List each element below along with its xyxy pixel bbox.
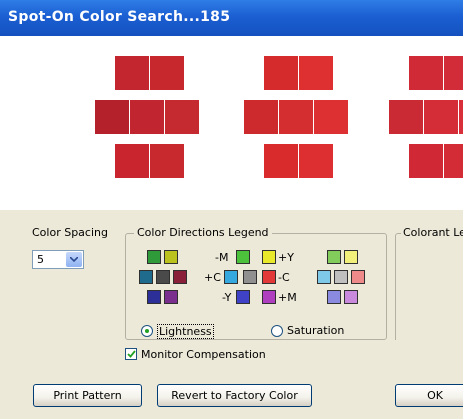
legend-chip-g3-mid-3 xyxy=(351,270,365,284)
legend-chip-g2-mid-2 xyxy=(243,270,257,284)
legend-chip-g2-bot-1 xyxy=(236,290,250,304)
colorant-label: Colorant Le xyxy=(401,226,463,239)
color-swatch[interactable] xyxy=(444,144,463,178)
ok-button[interactable]: OK xyxy=(395,384,463,407)
legend-label-minus-m: -M xyxy=(215,251,229,264)
color-spacing-value: 5 xyxy=(37,253,44,266)
spot-on-color-search-window: Spot-On Color Search...185 Color Spacing… xyxy=(0,0,463,419)
chevron-down-icon[interactable] xyxy=(66,252,82,267)
revert-to-factory-color-button[interactable]: Revert to Factory Color xyxy=(157,384,312,407)
lightness-label[interactable]: Lightness xyxy=(157,324,214,339)
color-swatch[interactable] xyxy=(95,100,129,134)
color-swatch[interactable] xyxy=(459,100,463,134)
legend-chip-g3-top-1 xyxy=(327,250,341,264)
color-swatch[interactable] xyxy=(279,100,313,134)
legend-chip-g2-mid-1 xyxy=(224,270,238,284)
legend-chip-g3-mid-1 xyxy=(317,270,331,284)
color-swatch[interactable] xyxy=(444,56,463,90)
color-swatch[interactable] xyxy=(115,144,149,178)
color-swatch[interactable] xyxy=(314,100,348,134)
legend-chip-g1-bot-1 xyxy=(147,290,161,304)
legend-chip-g1-mid-2 xyxy=(156,270,170,284)
legend-chip-g1-mid-3 xyxy=(173,270,187,284)
color-swatch[interactable] xyxy=(299,56,333,90)
saturation-label[interactable]: Saturation xyxy=(287,324,344,337)
color-spacing-label: Color Spacing xyxy=(32,226,108,239)
color-swatch[interactable] xyxy=(409,56,443,90)
saturation-radio[interactable] xyxy=(271,325,283,337)
legend-title: Color Directions Legend xyxy=(134,226,272,239)
color-swatch[interactable] xyxy=(130,100,164,134)
color-swatch[interactable] xyxy=(165,100,199,134)
legend-chip-g2-mid-3 xyxy=(262,270,276,284)
color-spacing-select[interactable]: 5 xyxy=(32,250,84,269)
color-swatch[interactable] xyxy=(115,56,149,90)
legend-chip-g1-bot-2 xyxy=(164,290,178,304)
color-swatch[interactable] xyxy=(299,144,333,178)
swatch-area xyxy=(0,36,463,210)
color-swatch[interactable] xyxy=(264,56,298,90)
legend-chip-g1-top-1 xyxy=(147,250,161,264)
colorant-group xyxy=(395,233,463,340)
checkmark-icon xyxy=(127,350,136,358)
monitor-compensation-checkbox[interactable] xyxy=(125,348,137,360)
legend-label-minus-y: -Y xyxy=(222,291,232,304)
legend-chip-g3-mid-2 xyxy=(334,270,348,284)
monitor-compensation-label[interactable]: Monitor Compensation xyxy=(141,348,266,361)
legend-chip-g1-mid-1 xyxy=(139,270,153,284)
legend-chip-g3-bot-2 xyxy=(344,290,358,304)
legend-chip-g2-top-1 xyxy=(236,250,250,264)
print-pattern-button[interactable]: Print Pattern xyxy=(33,384,142,407)
color-swatch[interactable] xyxy=(409,144,443,178)
color-swatch[interactable] xyxy=(150,56,184,90)
legend-label-plus-m: +M xyxy=(278,291,297,304)
legend-chip-g3-bot-1 xyxy=(327,290,341,304)
color-swatch[interactable] xyxy=(264,144,298,178)
title-bar[interactable]: Spot-On Color Search...185 xyxy=(0,0,463,36)
legend-label-plus-y: +Y xyxy=(278,251,294,264)
legend-chip-g1-top-2 xyxy=(164,250,178,264)
color-swatch[interactable] xyxy=(424,100,458,134)
legend-chip-g2-top-2 xyxy=(262,250,276,264)
legend-chip-g2-bot-2 xyxy=(262,290,276,304)
legend-label-minus-c: -C xyxy=(278,271,290,284)
window-title: Spot-On Color Search...185 xyxy=(8,9,231,25)
color-swatch[interactable] xyxy=(244,100,278,134)
color-swatch[interactable] xyxy=(150,144,184,178)
legend-chip-g3-top-2 xyxy=(344,250,358,264)
legend-label-plus-c: +C xyxy=(204,271,221,284)
color-swatch[interactable] xyxy=(389,100,423,134)
lightness-radio[interactable] xyxy=(141,325,153,337)
